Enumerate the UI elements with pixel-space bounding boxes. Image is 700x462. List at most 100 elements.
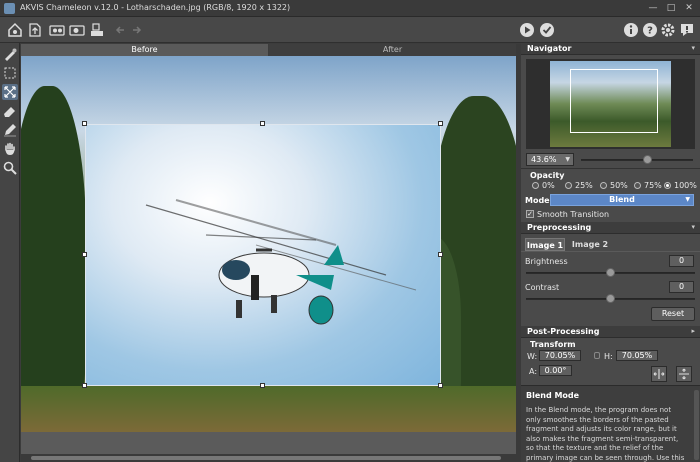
- print-icon[interactable]: [88, 21, 106, 39]
- contrast-label: Contrast: [525, 283, 560, 292]
- mode-select[interactable]: Blend ▼: [550, 194, 694, 206]
- width-input[interactable]: 70.05%: [539, 350, 581, 361]
- tool-panel: [0, 43, 20, 462]
- flip-horizontal-icon[interactable]: [651, 366, 667, 382]
- resize-handle[interactable]: [438, 383, 443, 388]
- resize-handle[interactable]: [82, 383, 87, 388]
- horizontal-scrollbar[interactable]: [21, 454, 516, 462]
- mode-value: Blend: [609, 195, 635, 204]
- main-toolbar: ?: [0, 17, 700, 43]
- brightness-label: Brightness: [525, 257, 568, 266]
- open-icon[interactable]: [26, 21, 44, 39]
- zoom-icon[interactable]: [2, 160, 18, 176]
- selection-icon[interactable]: [2, 65, 18, 81]
- navigator-title: Navigator: [527, 44, 572, 53]
- smooth-transition-checkbox[interactable]: ✓: [526, 210, 534, 218]
- view-tabs: Before After: [21, 44, 516, 56]
- help-body: In the Blend mode, the program does not …: [526, 406, 685, 462]
- collapse-arrow-icon[interactable]: ▾: [691, 44, 695, 52]
- app-icon: [4, 3, 15, 14]
- divider: [521, 251, 700, 252]
- opacity-radio-100[interactable]: [664, 182, 671, 189]
- divider: [521, 168, 700, 169]
- navigator-viewport-rect[interactable]: [570, 69, 658, 133]
- hand-icon[interactable]: [2, 141, 18, 157]
- opacity-option-label: 50%: [610, 181, 628, 190]
- zoom-slider-knob[interactable]: [643, 155, 653, 164]
- reset-button[interactable]: Reset: [651, 307, 695, 321]
- transform-icon[interactable]: [2, 84, 18, 100]
- tree-left: [21, 86, 86, 416]
- zoom-slider[interactable]: [581, 159, 693, 161]
- run-icon[interactable]: [518, 21, 536, 39]
- post-processing-header[interactable]: Post-Processing ▸: [521, 326, 700, 338]
- lock-icon[interactable]: [594, 352, 600, 359]
- minimize-button[interactable]: —: [646, 2, 660, 14]
- angle-label: A:: [529, 367, 538, 376]
- opacity-option-label: 75%: [644, 181, 662, 190]
- resize-handle[interactable]: [82, 252, 87, 257]
- batch-icon[interactable]: [48, 21, 66, 39]
- zoom-select[interactable]: 43.6% ▼: [526, 153, 574, 166]
- resize-handle[interactable]: [260, 121, 265, 126]
- opacity-label: Opacity: [530, 171, 565, 180]
- title-bar: AKVIS Chameleon v.12.0 - Lotharschaden.j…: [0, 0, 700, 17]
- height-input[interactable]: 70.05%: [616, 350, 658, 361]
- flip-vertical-icon[interactable]: [676, 366, 692, 382]
- tab-before[interactable]: Before: [21, 44, 268, 56]
- collapse-arrow-icon[interactable]: ▾: [691, 223, 695, 231]
- home-icon[interactable]: [6, 21, 24, 39]
- settings-icon[interactable]: [659, 21, 677, 39]
- brush-icon[interactable]: [2, 46, 18, 62]
- helicopter-image: [145, 199, 417, 325]
- opacity-radio-75[interactable]: [634, 182, 641, 189]
- batch-settings-icon[interactable]: [68, 21, 86, 39]
- post-processing-title: Post-Processing: [527, 327, 600, 336]
- mode-label: Mode: [525, 196, 550, 205]
- opacity-option-label: 25%: [575, 181, 593, 190]
- navigator-header[interactable]: Navigator ▾: [521, 43, 700, 55]
- contrast-slider-knob[interactable]: [605, 294, 615, 303]
- info-icon[interactable]: [622, 21, 640, 39]
- height-label: H:: [604, 352, 613, 361]
- tips-icon[interactable]: [678, 21, 696, 39]
- opacity-radio-0[interactable]: [532, 182, 539, 189]
- opacity-radio-50[interactable]: [600, 182, 607, 189]
- expand-arrow-icon[interactable]: ▸: [691, 327, 695, 335]
- pasted-fragment[interactable]: [85, 124, 441, 386]
- help-scrollbar[interactable]: [694, 390, 699, 460]
- eraser-icon[interactable]: [2, 103, 18, 119]
- resize-handle[interactable]: [438, 121, 443, 126]
- transform-title: Transform: [530, 340, 576, 349]
- scrollbar-thumb[interactable]: [31, 456, 501, 460]
- opacity-option-label: 100%: [674, 181, 697, 190]
- navigator-view[interactable]: [526, 59, 695, 149]
- tab-image-2[interactable]: Image 2: [569, 238, 611, 251]
- redo-icon[interactable]: [128, 21, 146, 39]
- chevron-down-icon: ▼: [565, 156, 570, 163]
- resize-handle[interactable]: [438, 252, 443, 257]
- tab-after[interactable]: After: [269, 44, 516, 56]
- chevron-down-icon: ▼: [685, 196, 690, 203]
- opacity-radio-25[interactable]: [565, 182, 572, 189]
- window-title: AKVIS Chameleon v.12.0 - Lotharschaden.j…: [20, 3, 291, 12]
- image-canvas[interactable]: [21, 56, 516, 432]
- brightness-slider-knob[interactable]: [605, 268, 615, 277]
- opacity-option-label: 0%: [542, 181, 555, 190]
- ground: [21, 386, 516, 432]
- width-label: W:: [527, 352, 538, 361]
- brightness-input[interactable]: 0: [669, 255, 694, 267]
- help-panel: Blend Mode In the Blend mode, the progra…: [521, 385, 700, 462]
- close-button[interactable]: ✕: [682, 2, 696, 14]
- pencil-icon[interactable]: [2, 122, 18, 138]
- resize-handle[interactable]: [260, 383, 265, 388]
- resize-handle[interactable]: [82, 121, 87, 126]
- zoom-value: 43.6%: [531, 155, 557, 164]
- contrast-input[interactable]: 0: [669, 281, 694, 293]
- tab-image-1[interactable]: Image 1: [525, 238, 565, 251]
- help-icon[interactable]: ?: [641, 21, 659, 39]
- preprocessing-header[interactable]: Preprocessing ▾: [521, 222, 700, 234]
- maximize-button[interactable]: □: [664, 2, 678, 14]
- apply-icon[interactable]: [538, 21, 556, 39]
- angle-input[interactable]: 0.00°: [539, 365, 572, 376]
